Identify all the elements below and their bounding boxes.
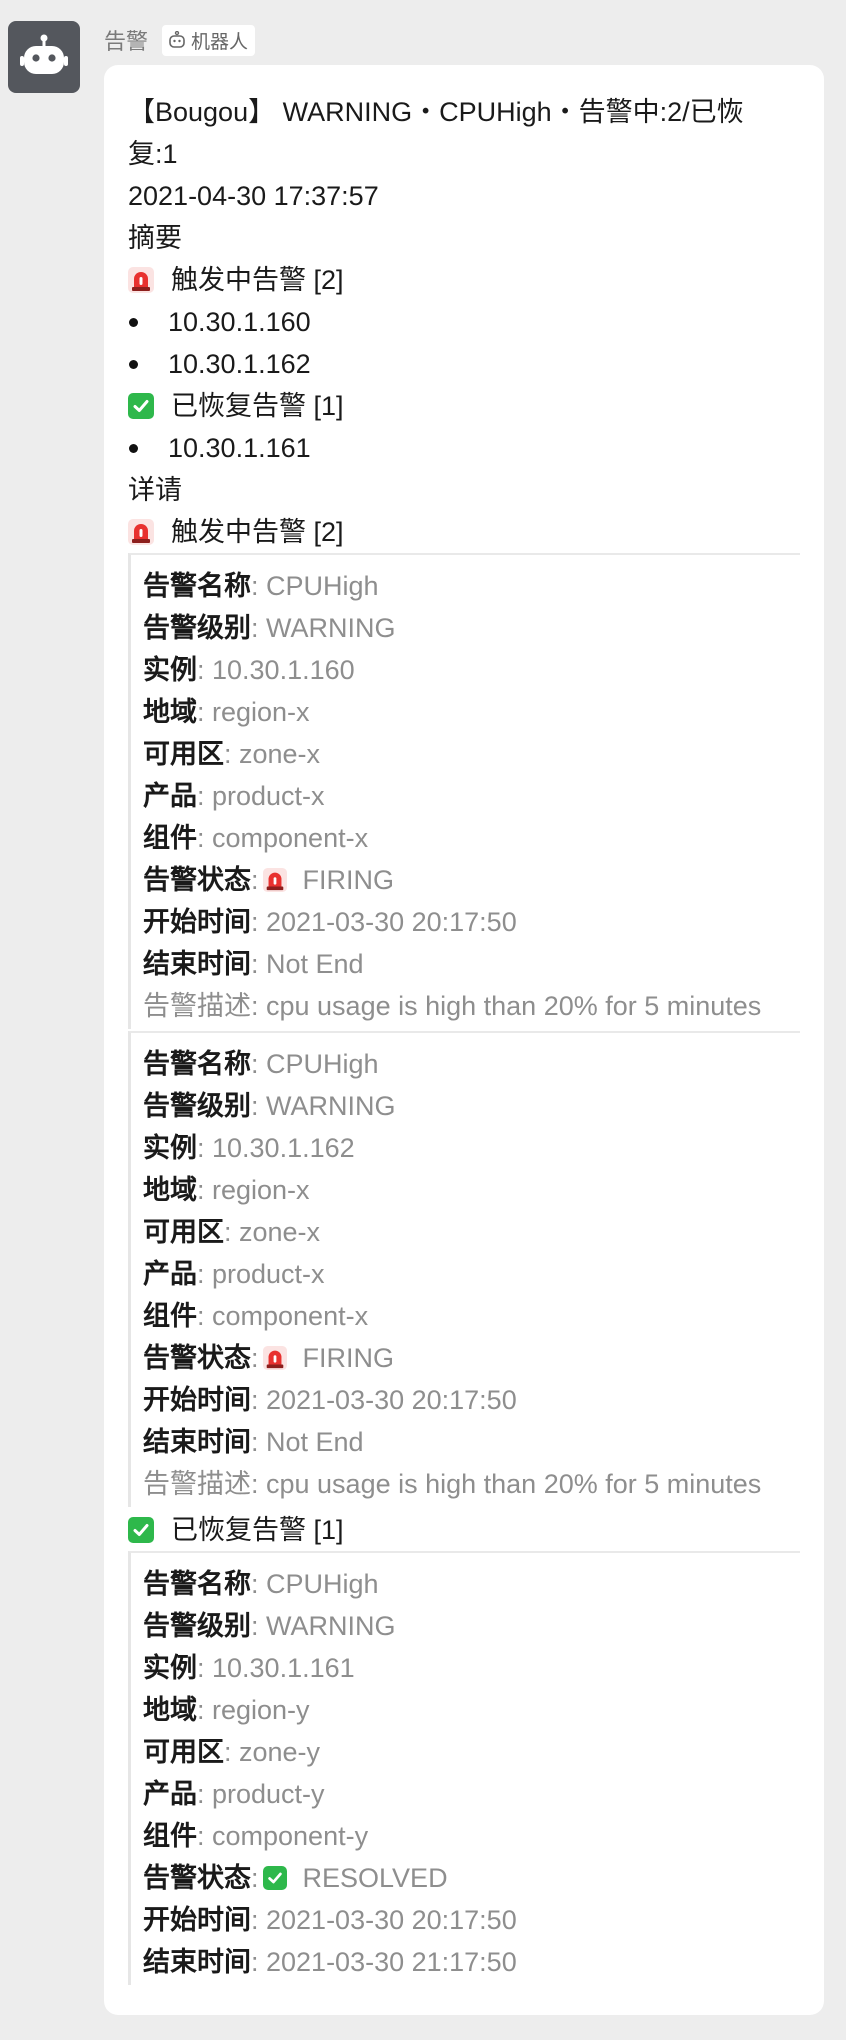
list-item: 10.30.1.161 bbox=[128, 427, 800, 469]
message-bubble[interactable]: 【Bougou】 WARNING・CPUHigh・告警中:2/已恢复:1 202… bbox=[104, 65, 824, 2015]
field-level: 告警级别: WARNING bbox=[143, 1091, 396, 1121]
alert-card: 告警名称: CPUHigh 告警级别: WARNING 实例: 10.30.1.… bbox=[128, 553, 800, 1029]
field-component: 组件: component-x bbox=[143, 823, 369, 853]
list-item: 10.30.1.160 bbox=[128, 301, 800, 343]
bot-badge: 机器人 bbox=[162, 24, 256, 56]
summary-heading: 摘要 bbox=[128, 223, 182, 253]
list-item: 10.30.1.162 bbox=[128, 343, 800, 385]
alert-title: 【Bougou】 WARNING・CPUHigh・告警中:2/已恢复:1 bbox=[128, 97, 744, 169]
field-level: 告警级别: WARNING bbox=[143, 1611, 396, 1641]
field-start: 开始时间: 2021-03-30 20:17:50 bbox=[143, 1385, 517, 1415]
check-icon bbox=[128, 393, 154, 419]
details-resolved-label: 已恢复告警 [1] bbox=[171, 1515, 344, 1545]
summary-resolved-heading: 已恢复告警 [1] bbox=[128, 385, 800, 427]
field-desc: 告警描述: cpu usage is high than 20% for 5 m… bbox=[143, 1469, 762, 1499]
field-component: 组件: component-x bbox=[143, 1301, 369, 1331]
details-heading: 详请 bbox=[128, 475, 182, 505]
field-instance: 实例: 10.30.1.160 bbox=[143, 655, 355, 685]
field-component: 组件: component-y bbox=[143, 1821, 369, 1851]
field-product: 产品: product-y bbox=[143, 1779, 325, 1809]
message-sender: 告警 机器人 bbox=[104, 24, 256, 56]
sender-name: 告警 bbox=[104, 29, 149, 54]
field-name: 告警名称: CPUHigh bbox=[143, 1569, 379, 1599]
field-instance: 实例: 10.30.1.161 bbox=[143, 1653, 355, 1683]
field-status: 告警状态: FIRING bbox=[143, 1343, 395, 1373]
summary-firing-heading: 触发中告警 [2] bbox=[128, 259, 800, 301]
field-start: 开始时间: 2021-03-30 20:17:50 bbox=[143, 907, 517, 937]
bot-avatar[interactable] bbox=[8, 21, 80, 93]
field-level: 告警级别: WARNING bbox=[143, 613, 396, 643]
summary-firing-label: 触发中告警 [2] bbox=[171, 265, 344, 295]
field-instance: 实例: 10.30.1.162 bbox=[143, 1133, 355, 1163]
field-product: 产品: product-x bbox=[143, 1259, 325, 1289]
alert-timestamp: 2021-04-30 17:37:57 bbox=[128, 181, 379, 211]
field-name: 告警名称: CPUHigh bbox=[143, 571, 379, 601]
check-icon bbox=[262, 1866, 287, 1890]
field-zone: 可用区: zone-y bbox=[143, 1737, 321, 1767]
field-end: 结束时间: Not End bbox=[143, 949, 364, 979]
details-resolved-heading: 已恢复告警 [1] bbox=[128, 1509, 800, 1551]
siren-icon bbox=[262, 1346, 287, 1370]
robot-icon bbox=[20, 34, 68, 74]
bot-badge-label: 机器人 bbox=[191, 31, 249, 53]
siren-icon bbox=[128, 519, 154, 545]
details-firing-heading: 触发中告警 [2] bbox=[128, 511, 800, 553]
summary-resolved-label: 已恢复告警 [1] bbox=[171, 391, 344, 421]
field-desc: 告警描述: cpu usage is high than 20% for 5 m… bbox=[143, 991, 762, 1021]
alert-card: 告警名称: CPUHigh 告警级别: WARNING 实例: 10.30.1.… bbox=[128, 1551, 800, 1985]
field-zone: 可用区: zone-x bbox=[143, 1217, 321, 1247]
field-region: 地域: region-y bbox=[143, 1695, 310, 1725]
details-firing-label: 触发中告警 [2] bbox=[171, 517, 344, 547]
field-end: 结束时间: Not End bbox=[143, 1427, 364, 1457]
siren-icon bbox=[262, 868, 287, 892]
robot-badge-icon bbox=[169, 31, 185, 48]
field-region: 地域: region-x bbox=[143, 697, 310, 727]
field-status: 告警状态: RESOLVED bbox=[143, 1863, 448, 1893]
field-start: 开始时间: 2021-03-30 20:17:50 bbox=[143, 1905, 517, 1935]
alert-card: 告警名称: CPUHigh 告警级别: WARNING 实例: 10.30.1.… bbox=[128, 1031, 800, 1507]
check-icon bbox=[128, 1517, 154, 1543]
field-status: 告警状态: FIRING bbox=[143, 865, 395, 895]
siren-icon bbox=[128, 267, 154, 293]
field-name: 告警名称: CPUHigh bbox=[143, 1049, 379, 1079]
field-zone: 可用区: zone-x bbox=[143, 739, 321, 769]
field-region: 地域: region-x bbox=[143, 1175, 310, 1205]
field-end: 结束时间: 2021-03-30 21:17:50 bbox=[143, 1947, 517, 1977]
field-product: 产品: product-x bbox=[143, 781, 325, 811]
